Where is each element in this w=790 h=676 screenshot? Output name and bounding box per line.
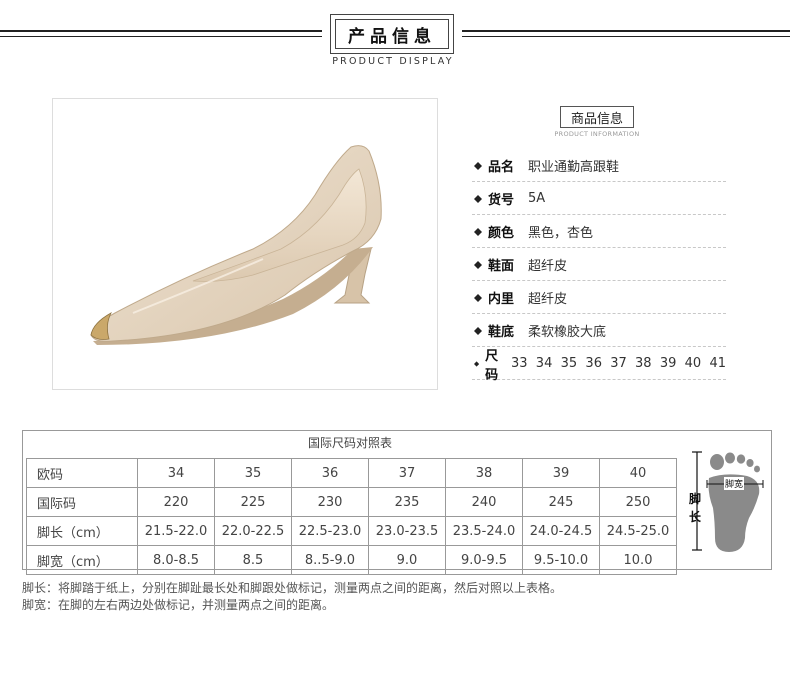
- table-cell: 225: [214, 487, 292, 517]
- diamond-bullet-icon: [474, 227, 482, 236]
- table-cell: 8..5-9.0: [291, 545, 369, 575]
- info-value: 柔软橡胶大底: [528, 325, 607, 340]
- product-photo: [52, 98, 438, 390]
- info-key: 货号: [488, 193, 515, 208]
- shoe-illustration: [90, 145, 382, 345]
- foot-length-label: 脚长: [689, 492, 702, 524]
- info-key: 内里: [488, 292, 515, 307]
- info-value: 超纤皮: [528, 259, 568, 274]
- row-header: 国际码: [26, 487, 138, 517]
- page-subtitle: PRODUCT DISPLAY: [332, 56, 454, 67]
- diamond-bullet-icon: [474, 326, 482, 335]
- info-value: 超纤皮: [528, 292, 568, 307]
- info-value: 5A: [528, 191, 546, 206]
- table-cell: 230: [291, 487, 369, 517]
- size-table: 欧码 34 35 36 37 38 39 40 国际码 220 225 230 …: [26, 458, 677, 575]
- table-cell: 9.0: [368, 545, 446, 575]
- info-row-color: 颜色 黑色，杏色: [472, 216, 726, 248]
- diamond-bullet-icon: [474, 293, 482, 302]
- table-row: 脚宽（cm） 8.0-8.5 8.5 8..5-9.0 9.0 9.0-9.5 …: [26, 545, 677, 575]
- table-cell: 24.0-24.5: [522, 516, 600, 546]
- table-cell: 245: [522, 487, 600, 517]
- info-value: 职业通勤高跟鞋: [528, 160, 620, 175]
- info-subtitle: PRODUCT INFORMATION: [554, 130, 640, 138]
- table-cell: 9.0-9.5: [445, 545, 523, 575]
- info-row-name: 品名 职业通勤高跟鞋: [472, 150, 726, 182]
- info-row-sole: 鞋底 柔软橡胶大底: [472, 315, 726, 347]
- info-key: 鞋底: [488, 325, 515, 340]
- table-cell: 21.5-22.0: [137, 516, 215, 546]
- info-key: 尺码: [485, 348, 499, 383]
- info-title: 商品信息: [560, 106, 634, 128]
- table-cell: 23.5-24.0: [445, 516, 523, 546]
- table-cell: 8.0-8.5: [137, 545, 215, 575]
- table-cell: 36: [291, 458, 369, 488]
- table-cell: 10.0: [599, 545, 677, 575]
- info-row-size: 尺码 33 34 35 36 37 38 39 40 41: [472, 348, 726, 383]
- note-foot-length: 脚长：将脚踏于纸上，分别在脚趾最长处和脚跟处做标记，测量两点之间的距离，然后对照…: [22, 581, 563, 595]
- table-cell: 23.0-23.5: [368, 516, 446, 546]
- info-row-sku: 货号 5A: [472, 183, 726, 215]
- diamond-bullet-icon: [474, 194, 482, 203]
- foot-width-label: 脚宽: [724, 477, 745, 490]
- table-cell: 40: [599, 458, 677, 488]
- table-cell: 22.0-22.5: [214, 516, 292, 546]
- info-key: 鞋面: [488, 259, 515, 274]
- table-cell: 240: [445, 487, 523, 517]
- table-cell: 22.5-23.0: [291, 516, 369, 546]
- measurement-notes: 脚长：将脚踏于纸上，分别在脚趾最长处和脚跟处做标记，测量两点之间的距离，然后对照…: [22, 580, 562, 614]
- diamond-bullet-icon: [474, 360, 480, 367]
- header-rule-left: [0, 30, 322, 32]
- diamond-bullet-icon: [474, 260, 482, 269]
- info-row-lining: 内里 超纤皮: [472, 282, 726, 314]
- info-key: 品名: [488, 160, 515, 175]
- table-cell: 235: [368, 487, 446, 517]
- header-rule-right: [462, 30, 790, 32]
- note-foot-width: 脚宽：在脚的左右两边处做标记，并测量两点之间的距离。: [22, 598, 335, 612]
- table-cell: 37: [368, 458, 446, 488]
- table-row: 脚长（cm） 21.5-22.0 22.0-22.5 22.5-23.0 23.…: [26, 516, 677, 546]
- row-header: 脚宽（cm）: [26, 545, 138, 575]
- table-cell: 8.5: [214, 545, 292, 575]
- info-key: 颜色: [488, 226, 515, 241]
- diamond-bullet-icon: [474, 161, 482, 170]
- table-cell: 34: [137, 458, 215, 488]
- table-cell: 250: [599, 487, 677, 517]
- page-title: 产品信息: [335, 19, 449, 49]
- info-value: 黑色，杏色: [528, 226, 594, 241]
- table-cell: 35: [214, 458, 292, 488]
- table-row: 国际码 220 225 230 235 240 245 250: [26, 487, 677, 517]
- size-table-title: 国际尺码对照表: [307, 436, 392, 450]
- header-rule-left-thin: [0, 36, 322, 37]
- table-cell: 24.5-25.0: [599, 516, 677, 546]
- info-value: 33 34 35 36 37 38 39 40 41: [511, 356, 726, 371]
- table-cell: 38: [445, 458, 523, 488]
- table-cell: 9.5-10.0: [522, 545, 600, 575]
- row-header: 欧码: [26, 458, 138, 488]
- info-row-upper: 鞋面 超纤皮: [472, 249, 726, 281]
- table-row: 欧码 34 35 36 37 38 39 40: [26, 458, 677, 488]
- table-cell: 39: [522, 458, 600, 488]
- header-rule-right-thin: [462, 36, 790, 37]
- row-header: 脚长（cm）: [26, 516, 138, 546]
- table-cell: 220: [137, 487, 215, 517]
